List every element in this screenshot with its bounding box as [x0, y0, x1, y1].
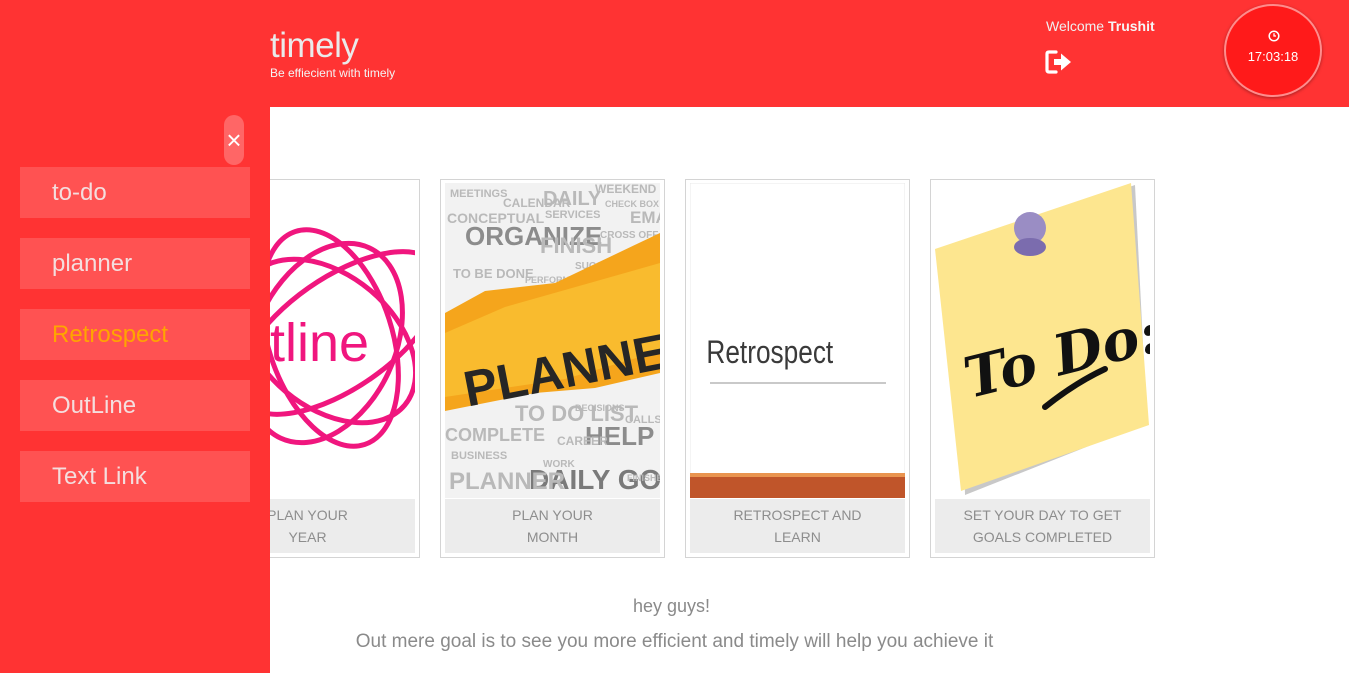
planner-word: FINISHED	[627, 473, 660, 483]
planner-word: MEETINGS	[450, 188, 507, 200]
card-caption: RETROSPECT AND LEARN	[690, 499, 905, 553]
card-to-do[interactable]: To Do: SET YOUR DAY TO GET GOALS COMPLET…	[930, 179, 1155, 558]
sign-out-icon	[1045, 50, 1071, 74]
retrospect-slide-title: Retrospect	[706, 336, 833, 371]
caption-line: PLAN YOUR	[512, 507, 593, 523]
card-caption: PLAN YOUR MONTH	[445, 499, 660, 553]
app-subtitle: Be effiecient with timely	[270, 66, 396, 80]
clock-widget: 17:03:18	[1224, 4, 1322, 97]
planner-word: CAREER	[557, 434, 608, 448]
card-caption: SET YOUR DAY TO GET GOALS COMPLETED	[935, 499, 1150, 553]
clock-time: 17:03:18	[1247, 49, 1299, 64]
page: timely Be effiecient with timely Welcome…	[0, 0, 1351, 673]
retrospect-image: Retrospect	[690, 183, 905, 498]
planner-word: EMAIL	[630, 208, 660, 227]
planner-word: TO BE DONE	[453, 266, 534, 281]
planner-word: COMPLETE	[445, 425, 545, 445]
brand: timely Be effiecient with timely	[270, 26, 395, 80]
planner-word: CONCEPTUAL	[447, 210, 545, 226]
planner-image: MEETINGS CALENDAR DAILY ORGANIZE SERVICE…	[445, 183, 660, 498]
side-nav: × to-do planner Retrospect OutLine Text …	[0, 0, 270, 673]
planner-word: CHECK BOX	[605, 199, 659, 209]
nav-item-retrospect[interactable]: Retrospect	[20, 309, 250, 360]
card-retrospect[interactable]: Retrospect RETROSPECT AND LEARN	[685, 179, 910, 558]
username: Trushit	[1107, 18, 1155, 34]
planner-word: DECISIONS	[575, 403, 625, 413]
card-planner[interactable]: MEETINGS CALENDAR DAILY ORGANIZE SERVICE…	[440, 179, 665, 558]
nav-item-outline[interactable]: OutLine	[20, 380, 250, 431]
caption-line: RETROSPECT AND	[733, 507, 862, 523]
caption-line: LEARN	[774, 529, 821, 545]
close-nav-button[interactable]: ×	[224, 115, 244, 165]
planner-word: WORK	[543, 459, 575, 470]
clock-icon	[1268, 30, 1280, 42]
outline-logo-text: tline	[270, 313, 369, 373]
planner-word: CALLS	[625, 414, 660, 426]
welcome-message: Welcome Trushit	[1046, 18, 1155, 34]
nav-item-planner[interactable]: planner	[20, 238, 250, 289]
planner-word: PLANNER	[449, 468, 565, 495]
caption-line: MONTH	[526, 529, 579, 545]
logout-button[interactable]	[1045, 49, 1073, 75]
planner-word: BUSINESS	[451, 450, 507, 462]
planner-word: SERVICES	[545, 209, 600, 221]
nav-item-to-do[interactable]: to-do	[20, 167, 250, 218]
nav-item-text-link[interactable]: Text Link	[20, 451, 250, 502]
planner-word: DAILY	[543, 188, 602, 210]
app-title[interactable]: timely	[270, 26, 395, 66]
planner-word: WEEKEND	[595, 183, 657, 196]
caption-line: GOALS COMPLETED	[972, 529, 1113, 545]
to-do-image: To Do:	[935, 183, 1150, 498]
welcome-prefix: Welcome	[1046, 18, 1105, 34]
caption-line: SET YOUR DAY TO GET	[963, 507, 1122, 523]
